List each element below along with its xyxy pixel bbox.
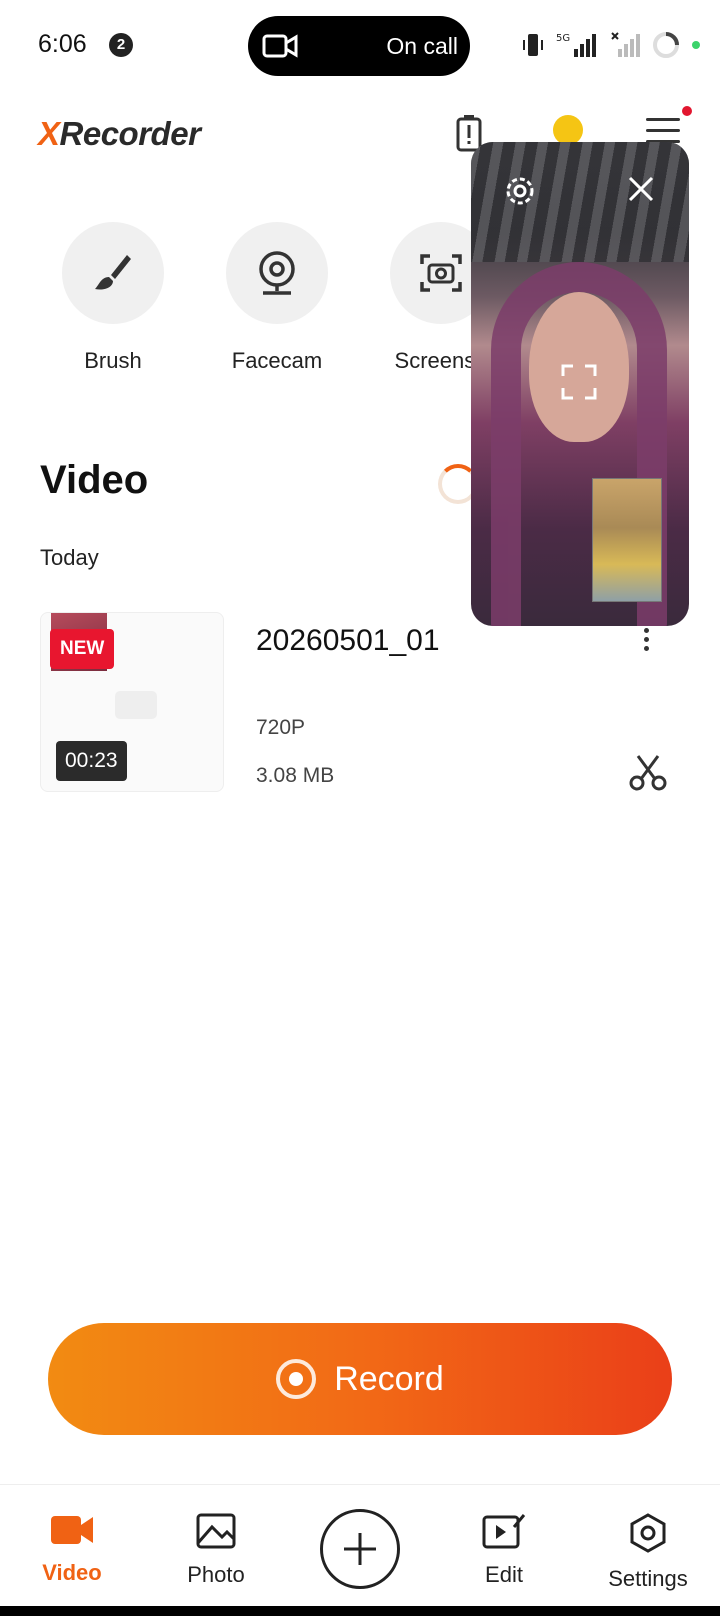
plus-icon[interactable]: [320, 1509, 400, 1589]
edit-video-icon: [482, 1514, 526, 1549]
record-icon: [276, 1359, 317, 1399]
record-button[interactable]: Record: [48, 1323, 672, 1435]
facecam-fullscreen-icon[interactable]: [561, 364, 597, 405]
tool-brush[interactable]: Brush: [38, 222, 188, 374]
nav-photo[interactable]: Photo: [156, 1513, 276, 1588]
status-bar: 6:06 2 On call 5G: [0, 0, 720, 92]
new-badge: NEW: [50, 629, 115, 669]
nav-settings-label: Settings: [608, 1566, 688, 1591]
more-options-icon[interactable]: [644, 628, 654, 655]
webcam-icon: [226, 222, 328, 324]
facecam-close-icon[interactable]: [626, 174, 656, 209]
ongoing-call-pill[interactable]: On call: [248, 16, 470, 76]
nav-edit-label: Edit: [485, 1562, 523, 1587]
camera-placeholder-icon: [115, 691, 157, 719]
call-status-text: On call: [386, 33, 458, 59]
tool-brush-label: Brush: [84, 348, 142, 373]
facecam-pip-preview: [592, 478, 662, 602]
video-duration: 00:23: [56, 741, 127, 781]
signal-no-service-icon: [611, 32, 640, 57]
battery-ring-icon: [653, 32, 679, 58]
system-gesture-bar: [0, 1606, 720, 1616]
vibrate-icon: [523, 34, 543, 56]
system-indicators: 5G: [522, 30, 700, 60]
video-thumbnail[interactable]: NEW 00:23: [40, 612, 224, 792]
nav-settings[interactable]: Settings: [588, 1513, 708, 1592]
nav-edit[interactable]: Edit: [444, 1513, 564, 1588]
section-title: Video: [40, 458, 149, 502]
nav-video-label: Video: [42, 1560, 102, 1585]
tool-facecam[interactable]: Facecam: [202, 222, 352, 374]
app-logo: XRecorder: [38, 115, 201, 152]
signal-5g-icon: 5G: [556, 33, 596, 57]
settings-icon: [630, 1513, 666, 1553]
privacy-indicator-dot: [692, 41, 700, 49]
nav-photo-label: Photo: [187, 1562, 245, 1587]
record-button-label: Record: [334, 1359, 444, 1398]
photo-icon: [196, 1513, 236, 1549]
status-time: 6:06: [38, 30, 87, 58]
brush-icon: [62, 222, 164, 324]
bottom-navigation: Video Photo Edit Settings: [0, 1484, 720, 1616]
video-camera-icon: [51, 1516, 93, 1544]
video-name[interactable]: 20260501_01: [256, 624, 440, 658]
video-call-icon: [262, 30, 298, 67]
facecam-overlay[interactable]: [471, 142, 689, 626]
video-resolution: 720P: [256, 716, 306, 739]
tool-facecam-label: Facecam: [231, 348, 323, 373]
svg-text:5G: 5G: [556, 33, 570, 44]
tips-bulb-icon[interactable]: [553, 115, 583, 145]
notification-count-badge: 2: [109, 33, 133, 57]
date-group-label: Today: [40, 545, 99, 570]
video-file-size: 3.08 MB: [256, 764, 335, 787]
menu-notification-dot: [682, 106, 692, 116]
facecam-settings-icon[interactable]: [501, 172, 539, 215]
nav-video[interactable]: Video: [12, 1513, 132, 1586]
trim-scissors-icon[interactable]: [628, 752, 668, 797]
